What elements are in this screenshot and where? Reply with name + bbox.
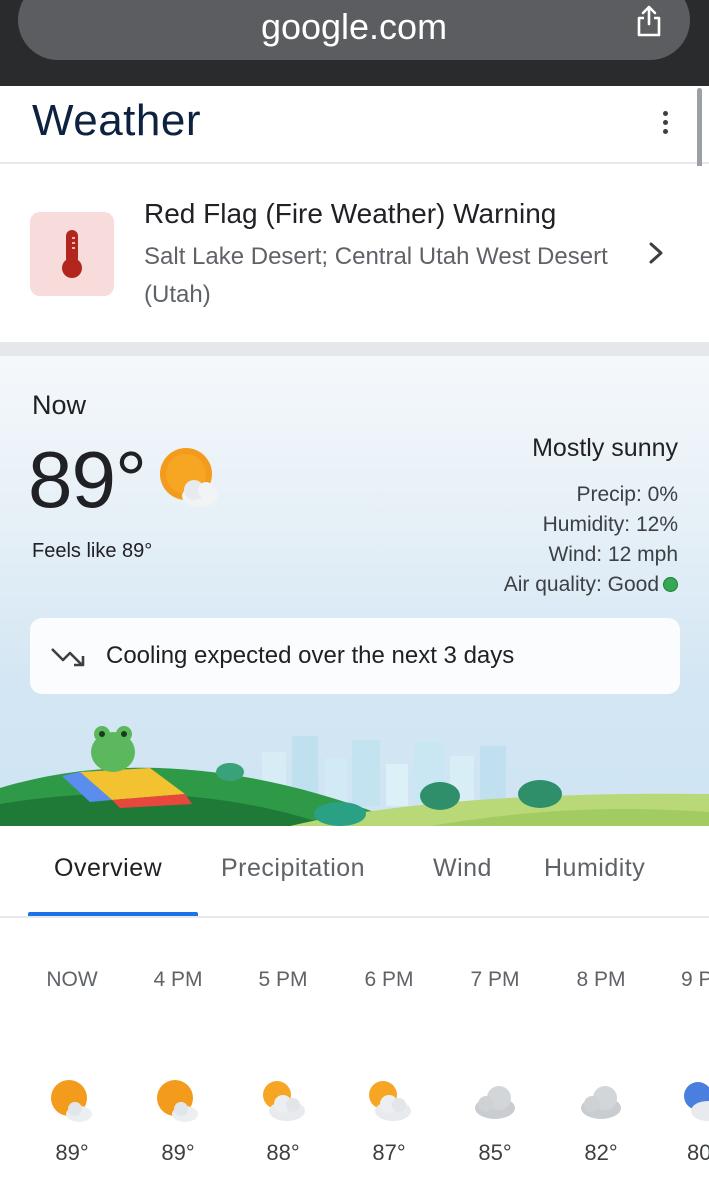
humidity-value: Humidity: 12% <box>542 513 678 536</box>
hour-temperature: 89° <box>55 1140 89 1165</box>
partly-cloudy-icon <box>369 1081 411 1121</box>
hour-temperature: 89° <box>161 1140 195 1165</box>
hour-time: NOW <box>46 968 98 991</box>
alert-icon-box <box>30 212 114 296</box>
hour-temperature: 82° <box>584 1140 618 1165</box>
hour-time: 7 PM <box>470 968 520 991</box>
hour-temperature: 87° <box>372 1140 406 1165</box>
more-vert-icon[interactable] <box>654 108 676 142</box>
alert-subtitle: Salt Lake Desert; Central Utah West Dese… <box>144 243 608 308</box>
tab-precipitation[interactable]: Precipitation <box>221 854 365 883</box>
address-bar[interactable]: google.com <box>18 0 690 60</box>
hour-temperature: 88° <box>266 1140 300 1165</box>
partly-cloudy-icon <box>263 1081 305 1121</box>
cloudy-icon <box>475 1086 515 1119</box>
current-temperature: 89° <box>28 435 147 524</box>
chevron-right-icon[interactable] <box>644 238 668 268</box>
air-quality-row[interactable]: Air quality: Good <box>504 570 678 600</box>
alert-title: Red Flag (Fire Weather) Warning <box>144 198 557 229</box>
feels-like: Feels like 89° <box>32 540 153 562</box>
air-quality-indicator <box>663 577 678 592</box>
mostly-sunny-icon <box>160 448 218 507</box>
hour-time: 5 PM <box>258 968 308 991</box>
hour-time: 6 PM <box>364 968 414 991</box>
hour-time: 4 PM <box>153 968 203 991</box>
tab-overview[interactable]: Overview <box>54 854 162 883</box>
hour-temperature: 80 <box>687 1140 709 1165</box>
thermometer-icon <box>62 230 82 278</box>
weather-alert[interactable]: Red Flag (Fire Weather) Warning Salt Lak… <box>0 166 709 342</box>
mostly-sunny-icon <box>51 1080 92 1122</box>
air-quality-value: Air quality: Good <box>503 573 659 596</box>
browser-toolbar: google.com <box>0 0 709 86</box>
trending-down-icon <box>51 648 85 667</box>
current-conditions: Now 89° Feels like 89° Mostly sunny Prec… <box>0 356 709 826</box>
mostly-sunny-icon <box>157 1080 198 1122</box>
wind-value: Wind: 12 mph <box>548 543 678 566</box>
weather-illustration <box>0 726 709 826</box>
hour-time: 9 P <box>681 968 709 991</box>
url-text[interactable]: google.com <box>18 6 690 48</box>
precip-value: Precip: 0% <box>576 483 678 506</box>
weather-header: Weather <box>0 86 709 164</box>
share-icon[interactable] <box>634 4 664 38</box>
partly-cloudy-night-icon <box>684 1082 709 1121</box>
cloudy-icon <box>581 1086 621 1119</box>
trend-text: Cooling expected over the next 3 days <box>106 642 515 669</box>
current-stats: Precip: 0% Humidity: 12% Wind: 12 mph Ai… <box>504 480 678 600</box>
tab-humidity[interactable]: Humidity <box>544 854 645 883</box>
page-title: Weather <box>32 96 201 145</box>
section-divider <box>0 342 709 356</box>
now-label: Now <box>32 390 87 420</box>
active-tab-indicator <box>28 912 198 916</box>
forecast-tabs: Overview Precipitation Wind Humidity <box>0 826 709 918</box>
tab-wind[interactable]: Wind <box>433 854 492 883</box>
condition-text: Mostly sunny <box>532 434 678 462</box>
hour-time: 8 PM <box>576 968 626 991</box>
hour-temperature: 85° <box>478 1140 512 1165</box>
trend-card[interactable]: Cooling expected over the next 3 days <box>30 618 680 694</box>
